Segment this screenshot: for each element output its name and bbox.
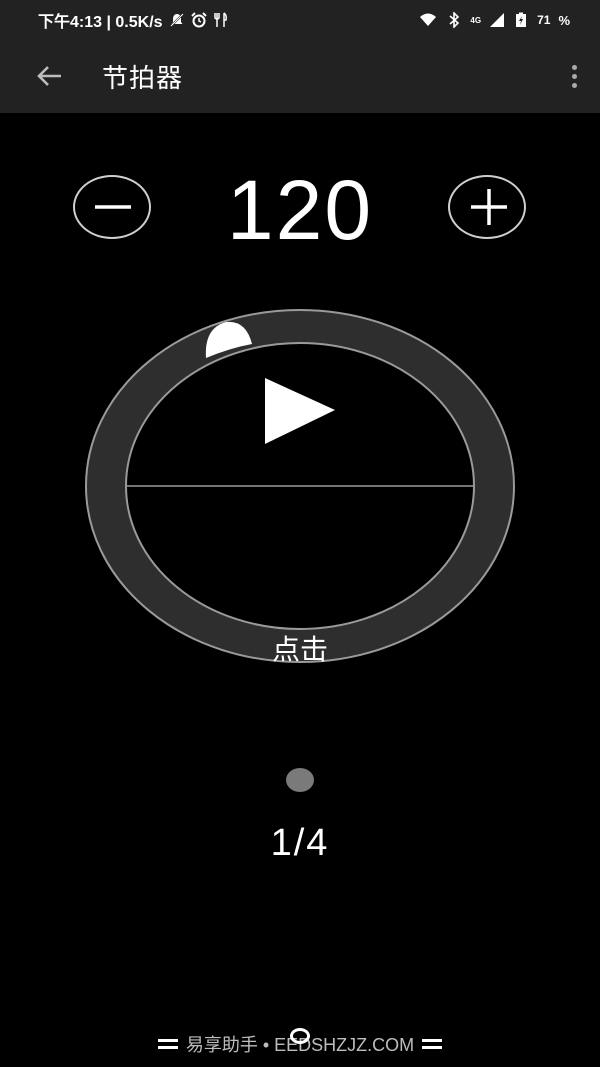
time-signature[interactable]: 1/4 [220,822,380,865]
dial-graphic [85,309,515,663]
home-circle-icon [290,1028,310,1044]
back-button[interactable] [28,54,72,98]
wifi-icon [420,13,437,26]
bluetooth-icon [449,12,460,28]
alarm-icon [190,12,207,28]
page-title: 节拍器 [102,63,184,93]
status-left: 下午4:13 | 0.5K/s [38,8,229,32]
plus-icon [471,189,507,225]
menu-bars-icon [157,1039,178,1049]
more-vert-icon [571,64,577,70]
battery-unit: % [558,12,570,28]
beat-dot [286,768,314,792]
tap-label[interactable]: 点击 [240,628,360,668]
network-type: 4G [470,15,482,25]
arrow-left-icon [37,66,61,86]
metronome-dial[interactable] [0,300,600,680]
battery-charging-icon [516,12,527,27]
more-options-button[interactable] [562,54,586,98]
minus-icon [95,205,131,209]
play-icon[interactable] [262,376,338,448]
signal-icon [490,13,505,27]
menu-bars-icon-right [422,1039,443,1049]
status-time: 下午4:13 | 0.5K/s [38,14,163,31]
notification-off-icon [169,13,184,27]
bpm-value: 120 [226,163,374,257]
status-bar: 下午4:13 | 0.5K/s 4G 71 % [0,0,600,40]
status-right: 4G 71 % [418,12,570,28]
decrease-tempo-button[interactable] [73,175,151,239]
app-bar: 节拍器 [0,40,600,113]
increase-tempo-button[interactable] [448,175,526,239]
battery-level: 71 [537,13,551,27]
restaurant-icon [213,12,227,27]
